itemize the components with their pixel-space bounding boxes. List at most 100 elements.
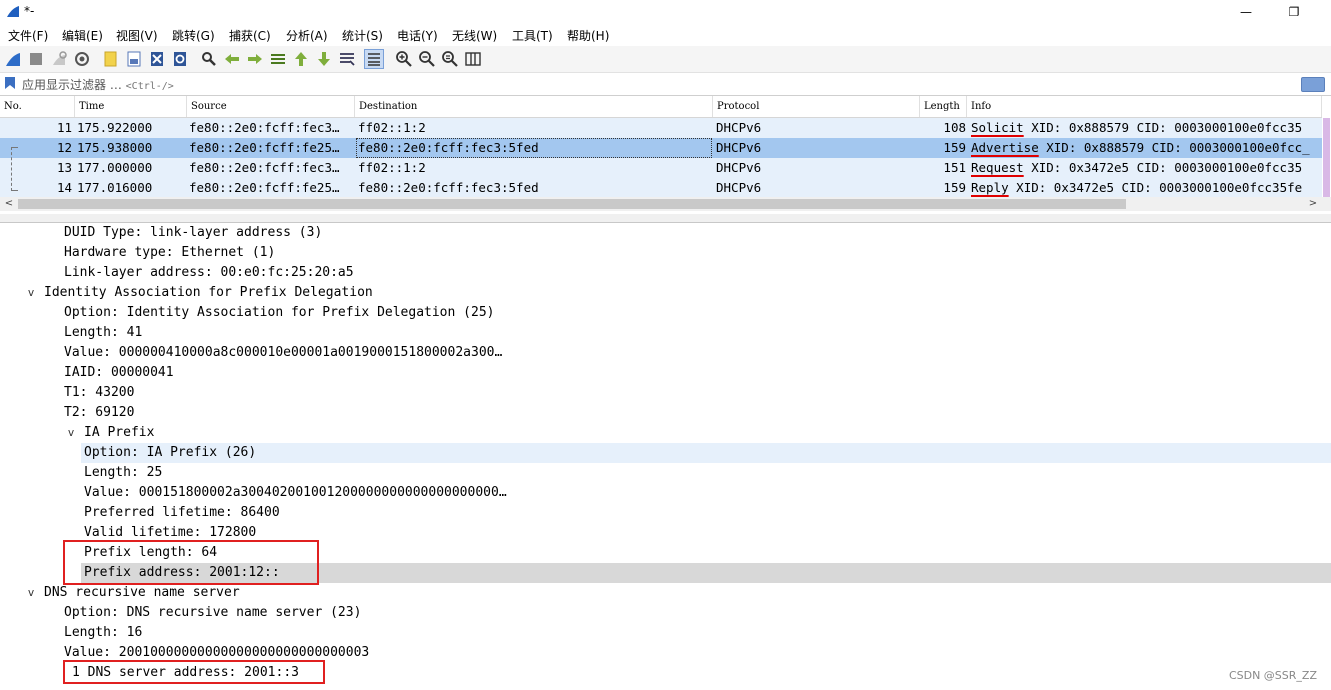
tree-node-expanded[interactable]: v Identity Association for Prefix Delegat… [0, 283, 1331, 303]
tree-field[interactable]: Link-layer address: 00:e0:fc:25:20:a5 [0, 263, 1331, 283]
go-back-icon[interactable] [223, 50, 241, 68]
tree-field[interactable]: Length: 41 [0, 323, 1331, 343]
expand-chevron-icon[interactable]: v [64, 423, 78, 443]
tree-field-text: Option: DNS recursive name server (23) [64, 605, 362, 620]
packet-row[interactable]: 13 177.000000 fe80::2e0:fcff:fec3… ff02::1:… [0, 158, 1322, 178]
column-no[interactable]: No. [0, 96, 75, 117]
column-source[interactable]: Source [187, 96, 355, 117]
save-file-icon[interactable] [125, 50, 143, 68]
apply-filter-arrow-icon[interactable] [1301, 77, 1325, 92]
tree-field[interactable]: T1: 43200 [0, 383, 1331, 403]
restart-capture-icon[interactable] [50, 50, 68, 68]
tree-field[interactable]: Option: DNS recursive name server (23) [0, 603, 1331, 623]
capture-options-icon[interactable] [73, 50, 91, 68]
scroll-right-arrow-icon[interactable]: > [1306, 197, 1320, 211]
colorize-icon[interactable] [364, 49, 384, 69]
tree-node-expanded[interactable]: v DNS recursive name server [0, 583, 1331, 603]
cell-info: Reply XID: 0x3472e5 CID: 0003000100e0fcc… [971, 178, 1322, 198]
tree-field[interactable]: Value: 000000410000a8c000010e00001a00190… [0, 343, 1331, 363]
main-toolbar [0, 46, 1331, 73]
restore-button[interactable]: ❐ [1274, 2, 1314, 22]
info-details: XID: 0x3472e5 CID: 0003000100e0fcc35fe [1008, 180, 1303, 195]
scrollbar-thumb[interactable] [18, 199, 1126, 209]
column-time[interactable]: Time [75, 96, 187, 117]
menu-tools[interactable]: 工具(T) [512, 27, 553, 44]
column-length[interactable]: Length [920, 96, 967, 117]
packet-row[interactable]: 11 175.922000 fe80::2e0:fcff:fec3… ff02::1:… [0, 118, 1322, 138]
close-file-icon[interactable] [148, 50, 166, 68]
minimize-button[interactable]: — [1226, 2, 1266, 22]
column-destination[interactable]: Destination [355, 96, 713, 117]
tree-field[interactable]: T2: 69120 [0, 403, 1331, 423]
menu-telephony[interactable]: 电话(Y) [397, 27, 438, 44]
tree-field-text: Option: IA Prefix (26) [84, 445, 257, 460]
autoscroll-icon[interactable] [338, 50, 356, 68]
filter-placeholder: 应用显示过滤器 … [22, 78, 122, 92]
reload-file-icon[interactable] [171, 50, 189, 68]
tree-field[interactable]: Hardware type: Ethernet (1) [0, 243, 1331, 263]
menu-view[interactable]: 视图(V) [116, 27, 158, 44]
cell-protocol: DHCPv6 [716, 180, 762, 195]
display-filter-input[interactable]: 应用显示过滤器 … <Ctrl-/> [22, 76, 174, 93]
last-packet-icon[interactable] [315, 50, 333, 68]
tree-field[interactable]: Value: 000151800002a30040200100120000000… [0, 483, 1331, 503]
column-info[interactable]: Info [967, 96, 1322, 117]
tree-field-text: IAID: 00000041 [64, 365, 174, 380]
info-message-type: Request [971, 160, 1024, 175]
tree-field[interactable]: Length: 25 [0, 463, 1331, 483]
column-protocol[interactable]: Protocol [713, 96, 920, 117]
packet-list-horizontal-scrollbar[interactable]: < > [0, 197, 1331, 211]
cell-time: 177.016000 [77, 180, 153, 195]
expand-chevron-icon[interactable]: v [24, 583, 38, 603]
tree-field[interactable]: IAID: 00000041 [0, 363, 1331, 383]
pane-splitter[interactable] [0, 214, 1331, 223]
open-file-icon[interactable] [102, 50, 120, 68]
first-packet-icon[interactable] [292, 50, 310, 68]
cell-source: fe80::2e0:fcff:fe25… [189, 180, 340, 195]
tree-field[interactable]: Preferred lifetime: 86400 [0, 503, 1331, 523]
filter-bookmark-icon[interactable] [4, 76, 16, 90]
cell-protocol: DHCPv6 [716, 120, 762, 135]
packet-row[interactable]: 14 177.016000 fe80::2e0:fcff:fe25… fe80::2e… [0, 178, 1322, 198]
cell-time: 175.922000 [77, 120, 153, 135]
menu-capture[interactable]: 捕获(C) [229, 27, 271, 44]
tree-field-text: Value: 000000410000a8c000010e00001a00190… [64, 345, 503, 360]
zoom-in-icon[interactable] [395, 50, 413, 68]
tree-node-expanded[interactable]: v IA Prefix [0, 423, 1331, 443]
find-packet-icon[interactable] [200, 50, 218, 68]
shark-fin-start-icon[interactable] [4, 50, 22, 68]
scroll-left-arrow-icon[interactable]: < [2, 197, 16, 211]
watermark: CSDN @SSR_ZZ [1228, 669, 1317, 682]
packet-list-intelligent-scrollbar[interactable] [1322, 96, 1331, 197]
packet-row[interactable]: 12 175.938000 fe80::2e0:fcff:fe25… fe80::2e… [0, 138, 1322, 158]
cell-info: Solicit XID: 0x888579 CID: 0003000100e0f… [971, 118, 1322, 138]
zoom-out-icon[interactable] [418, 50, 436, 68]
stop-capture-icon[interactable] [27, 50, 45, 68]
info-details: XID: 0x3472e5 CID: 0003000100e0fcc35 [1023, 160, 1303, 175]
cell-info: Request XID: 0x3472e5 CID: 0003000100e0f… [971, 158, 1322, 178]
cell-time: 177.000000 [77, 160, 153, 175]
tree-field[interactable]: Option: Identity Association for Prefix … [0, 303, 1331, 323]
zoom-normal-icon[interactable] [441, 50, 459, 68]
tree-field[interactable]: Length: 16 [0, 623, 1331, 643]
menu-go[interactable]: 跳转(G) [172, 27, 215, 44]
menu-edit[interactable]: 编辑(E) [62, 27, 103, 44]
menu-analyze[interactable]: 分析(A) [286, 27, 328, 44]
go-forward-icon[interactable] [246, 50, 264, 68]
tree-field-text: Length: 16 [64, 625, 143, 640]
cell-protocol: DHCPv6 [716, 140, 762, 155]
resize-columns-icon[interactable] [464, 50, 482, 68]
menu-file[interactable]: 文件(F) [8, 27, 48, 44]
cell-length: 159 [943, 180, 966, 195]
menu-wireless[interactable]: 无线(W) [452, 27, 497, 44]
tree-field-text: Hardware type: Ethernet (1) [64, 245, 276, 260]
menu-help[interactable]: 帮助(H) [567, 27, 609, 44]
info-message-type: Solicit [971, 120, 1024, 135]
menu-bar: 文件(F) 编辑(E) 视图(V) 跳转(G) 捕获(C) 分析(A) 统计(S… [0, 24, 1331, 46]
tree-field[interactable]: Option: IA Prefix (26) [0, 443, 1331, 463]
go-to-packet-icon[interactable] [269, 50, 287, 68]
expand-chevron-icon[interactable]: v [24, 283, 38, 303]
related-packet-bracket [11, 147, 18, 191]
menu-statistics[interactable]: 统计(S) [342, 27, 383, 44]
tree-field[interactable]: DUID Type: link-layer address (3) [0, 223, 1331, 243]
